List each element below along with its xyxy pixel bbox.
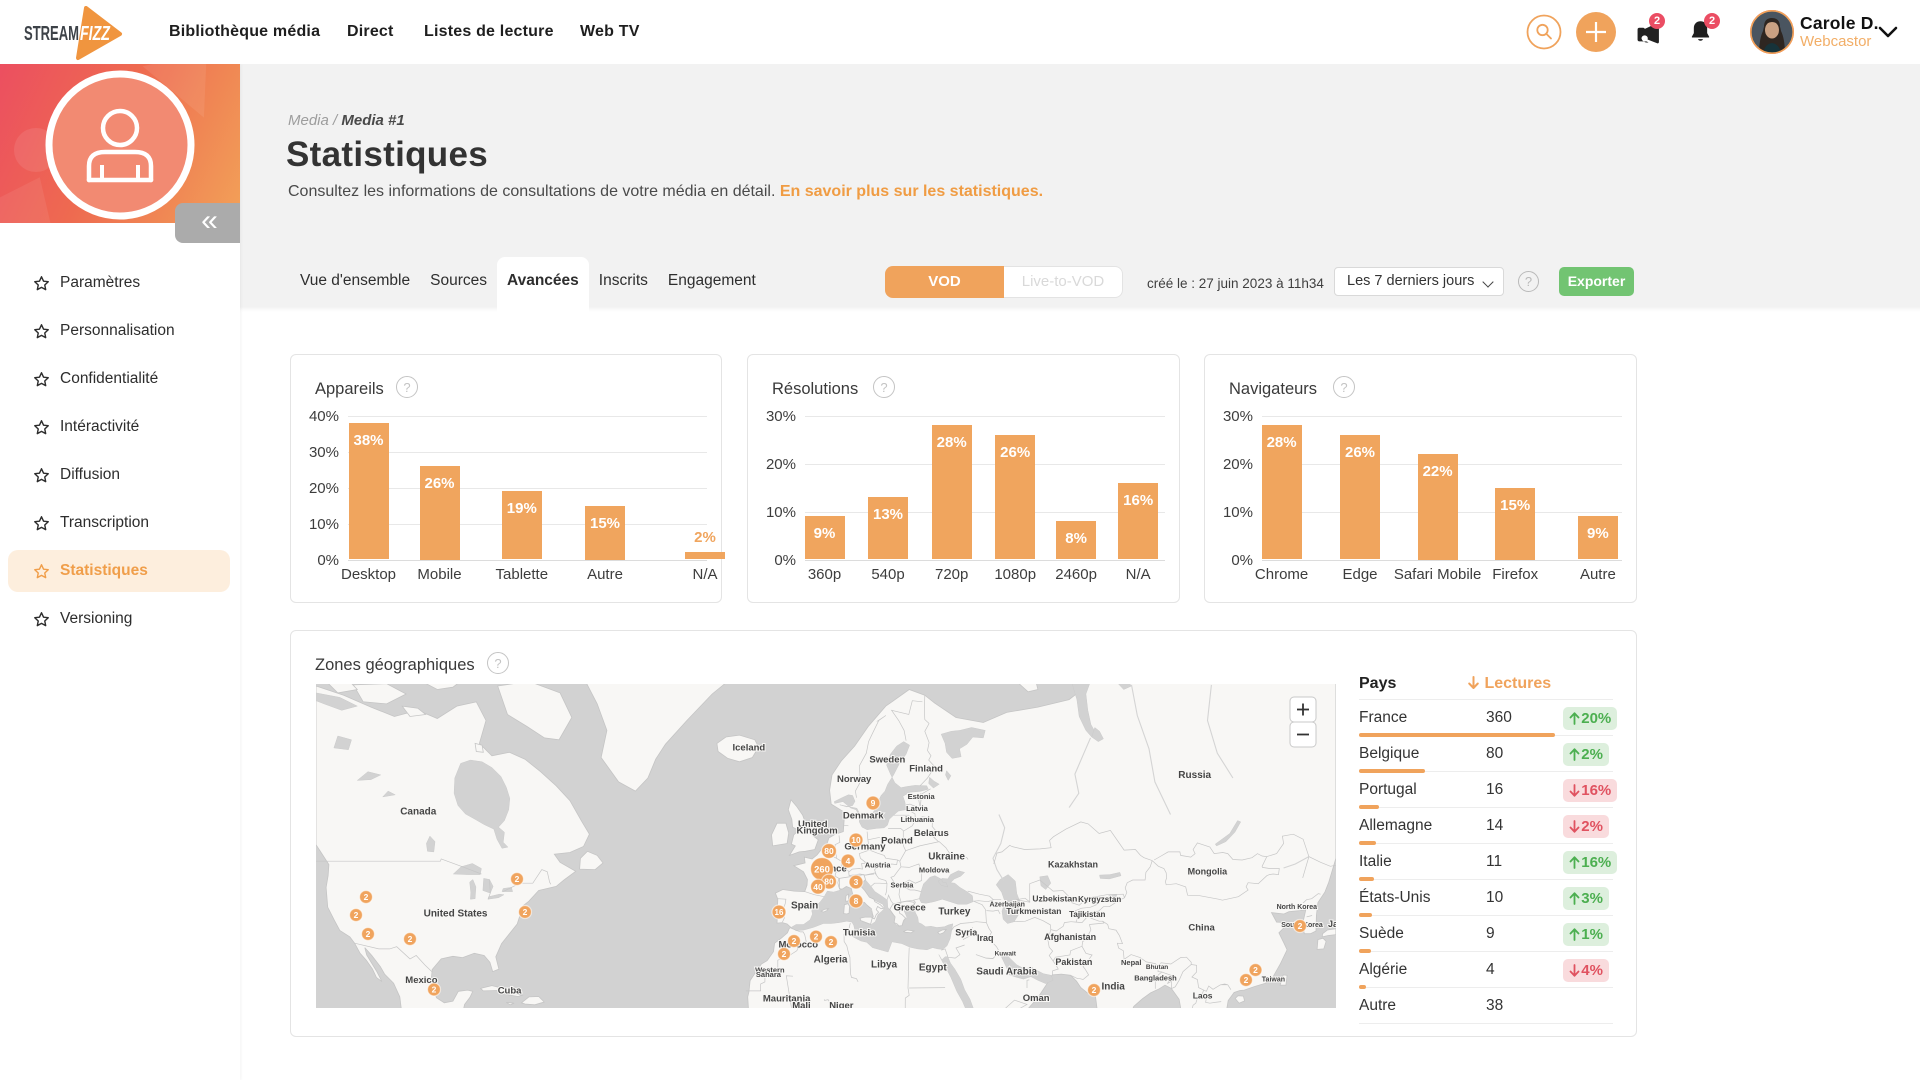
svg-text:Greece: Greece [894, 903, 926, 914]
svg-text:Afghanistan: Afghanistan [1044, 932, 1096, 942]
svg-text:Bangladesh: Bangladesh [1134, 973, 1177, 982]
svg-text:Moldova: Moldova [919, 865, 950, 874]
svg-text:2: 2 [792, 936, 797, 946]
svg-text:Algeria: Algeria [814, 954, 848, 965]
svg-text:Oman: Oman [1023, 993, 1050, 1004]
svg-text:Russia: Russia [1178, 770, 1211, 781]
svg-text:Poland: Poland [881, 836, 913, 847]
svg-text:Ukraine: Ukraine [928, 852, 965, 863]
svg-text:2: 2 [515, 874, 520, 884]
svg-text:Nepal: Nepal [1121, 958, 1141, 967]
svg-text:Azerbaijan: Azerbaijan [990, 902, 1025, 909]
svg-text:North Korea: North Korea [1277, 904, 1318, 911]
svg-text:Kazakhstan: Kazakhstan [1048, 859, 1098, 869]
svg-text:Austria: Austria [865, 860, 892, 869]
svg-text:Kingdom: Kingdom [797, 826, 838, 837]
svg-text:FIZZ: FIZZ [80, 23, 111, 45]
svg-text:2: 2 [814, 932, 819, 942]
svg-text:8: 8 [854, 896, 859, 906]
svg-text:80: 80 [824, 846, 834, 856]
svg-text:Denmark: Denmark [843, 811, 884, 822]
svg-text:Spain: Spain [791, 901, 818, 912]
svg-text:2: 2 [408, 934, 413, 944]
svg-text:Niger: Niger [829, 1000, 854, 1008]
svg-text:Jap: Jap [1328, 919, 1336, 929]
svg-text:4: 4 [846, 856, 851, 866]
svg-text:Serbia: Serbia [891, 880, 915, 889]
svg-text:2: 2 [432, 985, 437, 995]
svg-text:Mongolia: Mongolia [1188, 867, 1228, 877]
svg-text:3: 3 [854, 877, 859, 887]
svg-text:10: 10 [851, 835, 861, 845]
svg-text:2: 2 [1092, 985, 1097, 995]
svg-text:2: 2 [523, 907, 528, 917]
svg-text:Kuwait: Kuwait [995, 951, 1017, 958]
svg-text:9: 9 [871, 798, 876, 808]
svg-text:16: 16 [775, 908, 784, 917]
svg-text:2: 2 [1244, 975, 1249, 985]
svg-text:Canada: Canada [400, 807, 437, 818]
svg-text:China: China [1188, 923, 1215, 934]
svg-text:United States: United States [424, 908, 488, 919]
svg-text:Belarus: Belarus [914, 828, 949, 839]
svg-text:Uzbekistan: Uzbekistan [1032, 894, 1077, 904]
svg-text:Estonia: Estonia [908, 792, 936, 801]
svg-text:Sweden: Sweden [869, 755, 905, 766]
svg-text:Turkey: Turkey [938, 907, 970, 918]
svg-text:Iceland: Iceland [733, 743, 766, 754]
svg-text:Libya: Libya [871, 959, 898, 970]
svg-text:2: 2 [364, 892, 369, 902]
svg-text:Sahara: Sahara [756, 970, 782, 979]
svg-text:Tajikistan: Tajikistan [1069, 910, 1105, 919]
svg-text:Taiwan: Taiwan [1262, 977, 1285, 984]
svg-text:Norway: Norway [837, 774, 872, 785]
svg-text:Mali: Mali [792, 1000, 810, 1008]
svg-text:Finland: Finland [909, 764, 943, 775]
svg-text:2: 2 [1298, 921, 1303, 931]
svg-text:2: 2 [782, 949, 787, 959]
svg-text:Bhutan: Bhutan [1146, 964, 1168, 971]
svg-text:Egypt: Egypt [919, 962, 947, 973]
svg-text:2: 2 [366, 929, 371, 939]
svg-text:Iraq: Iraq [977, 933, 994, 943]
svg-text:Syria: Syria [955, 928, 978, 938]
svg-text:2: 2 [829, 937, 834, 947]
svg-text:Lithuania: Lithuania [901, 815, 935, 824]
svg-text:Latvia: Latvia [906, 804, 929, 813]
svg-text:India: India [1102, 981, 1126, 992]
svg-text:Cuba: Cuba [498, 986, 522, 997]
svg-text:Kyrgyzstan: Kyrgyzstan [1078, 895, 1121, 904]
svg-text:40: 40 [813, 882, 823, 892]
svg-text:Tunisia: Tunisia [843, 928, 876, 939]
svg-text:Pakistan: Pakistan [1055, 957, 1092, 967]
svg-text:2: 2 [354, 910, 359, 920]
svg-text:2: 2 [1253, 965, 1258, 975]
svg-text:Saudi Arabia: Saudi Arabia [976, 967, 1037, 978]
svg-text:STREAM: STREAM [24, 23, 79, 45]
svg-text:Laos: Laos [1193, 991, 1213, 1001]
